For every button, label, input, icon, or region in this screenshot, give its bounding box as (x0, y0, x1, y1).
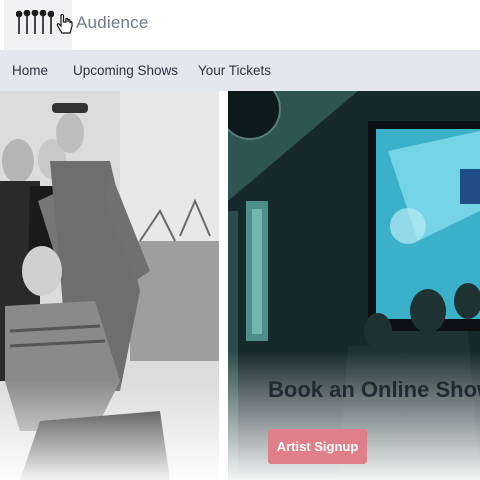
nav-item-upcoming-shows[interactable]: Upcoming Shows (73, 63, 178, 78)
panel-divider (219, 91, 228, 480)
nav-item-home[interactable]: Home (12, 63, 48, 78)
hero-heading: Book an Online Show (268, 377, 480, 402)
band-photo (0, 91, 219, 480)
top-bar: Audience (0, 0, 480, 50)
concert-illustration (228, 91, 480, 480)
brand-name[interactable]: Audience (76, 13, 149, 33)
hand-pointer-icon (56, 14, 73, 34)
band-photo-illustration (0, 91, 219, 480)
main-nav: Home Upcoming Shows Your Tickets (0, 50, 480, 91)
artist-signup-button[interactable]: Artist Signup (268, 429, 367, 464)
hero-panel: Book an Online Show Artist Signup (228, 91, 480, 480)
nav-item-your-tickets[interactable]: Your Tickets (198, 63, 271, 78)
microphones-logo-icon (16, 10, 54, 34)
